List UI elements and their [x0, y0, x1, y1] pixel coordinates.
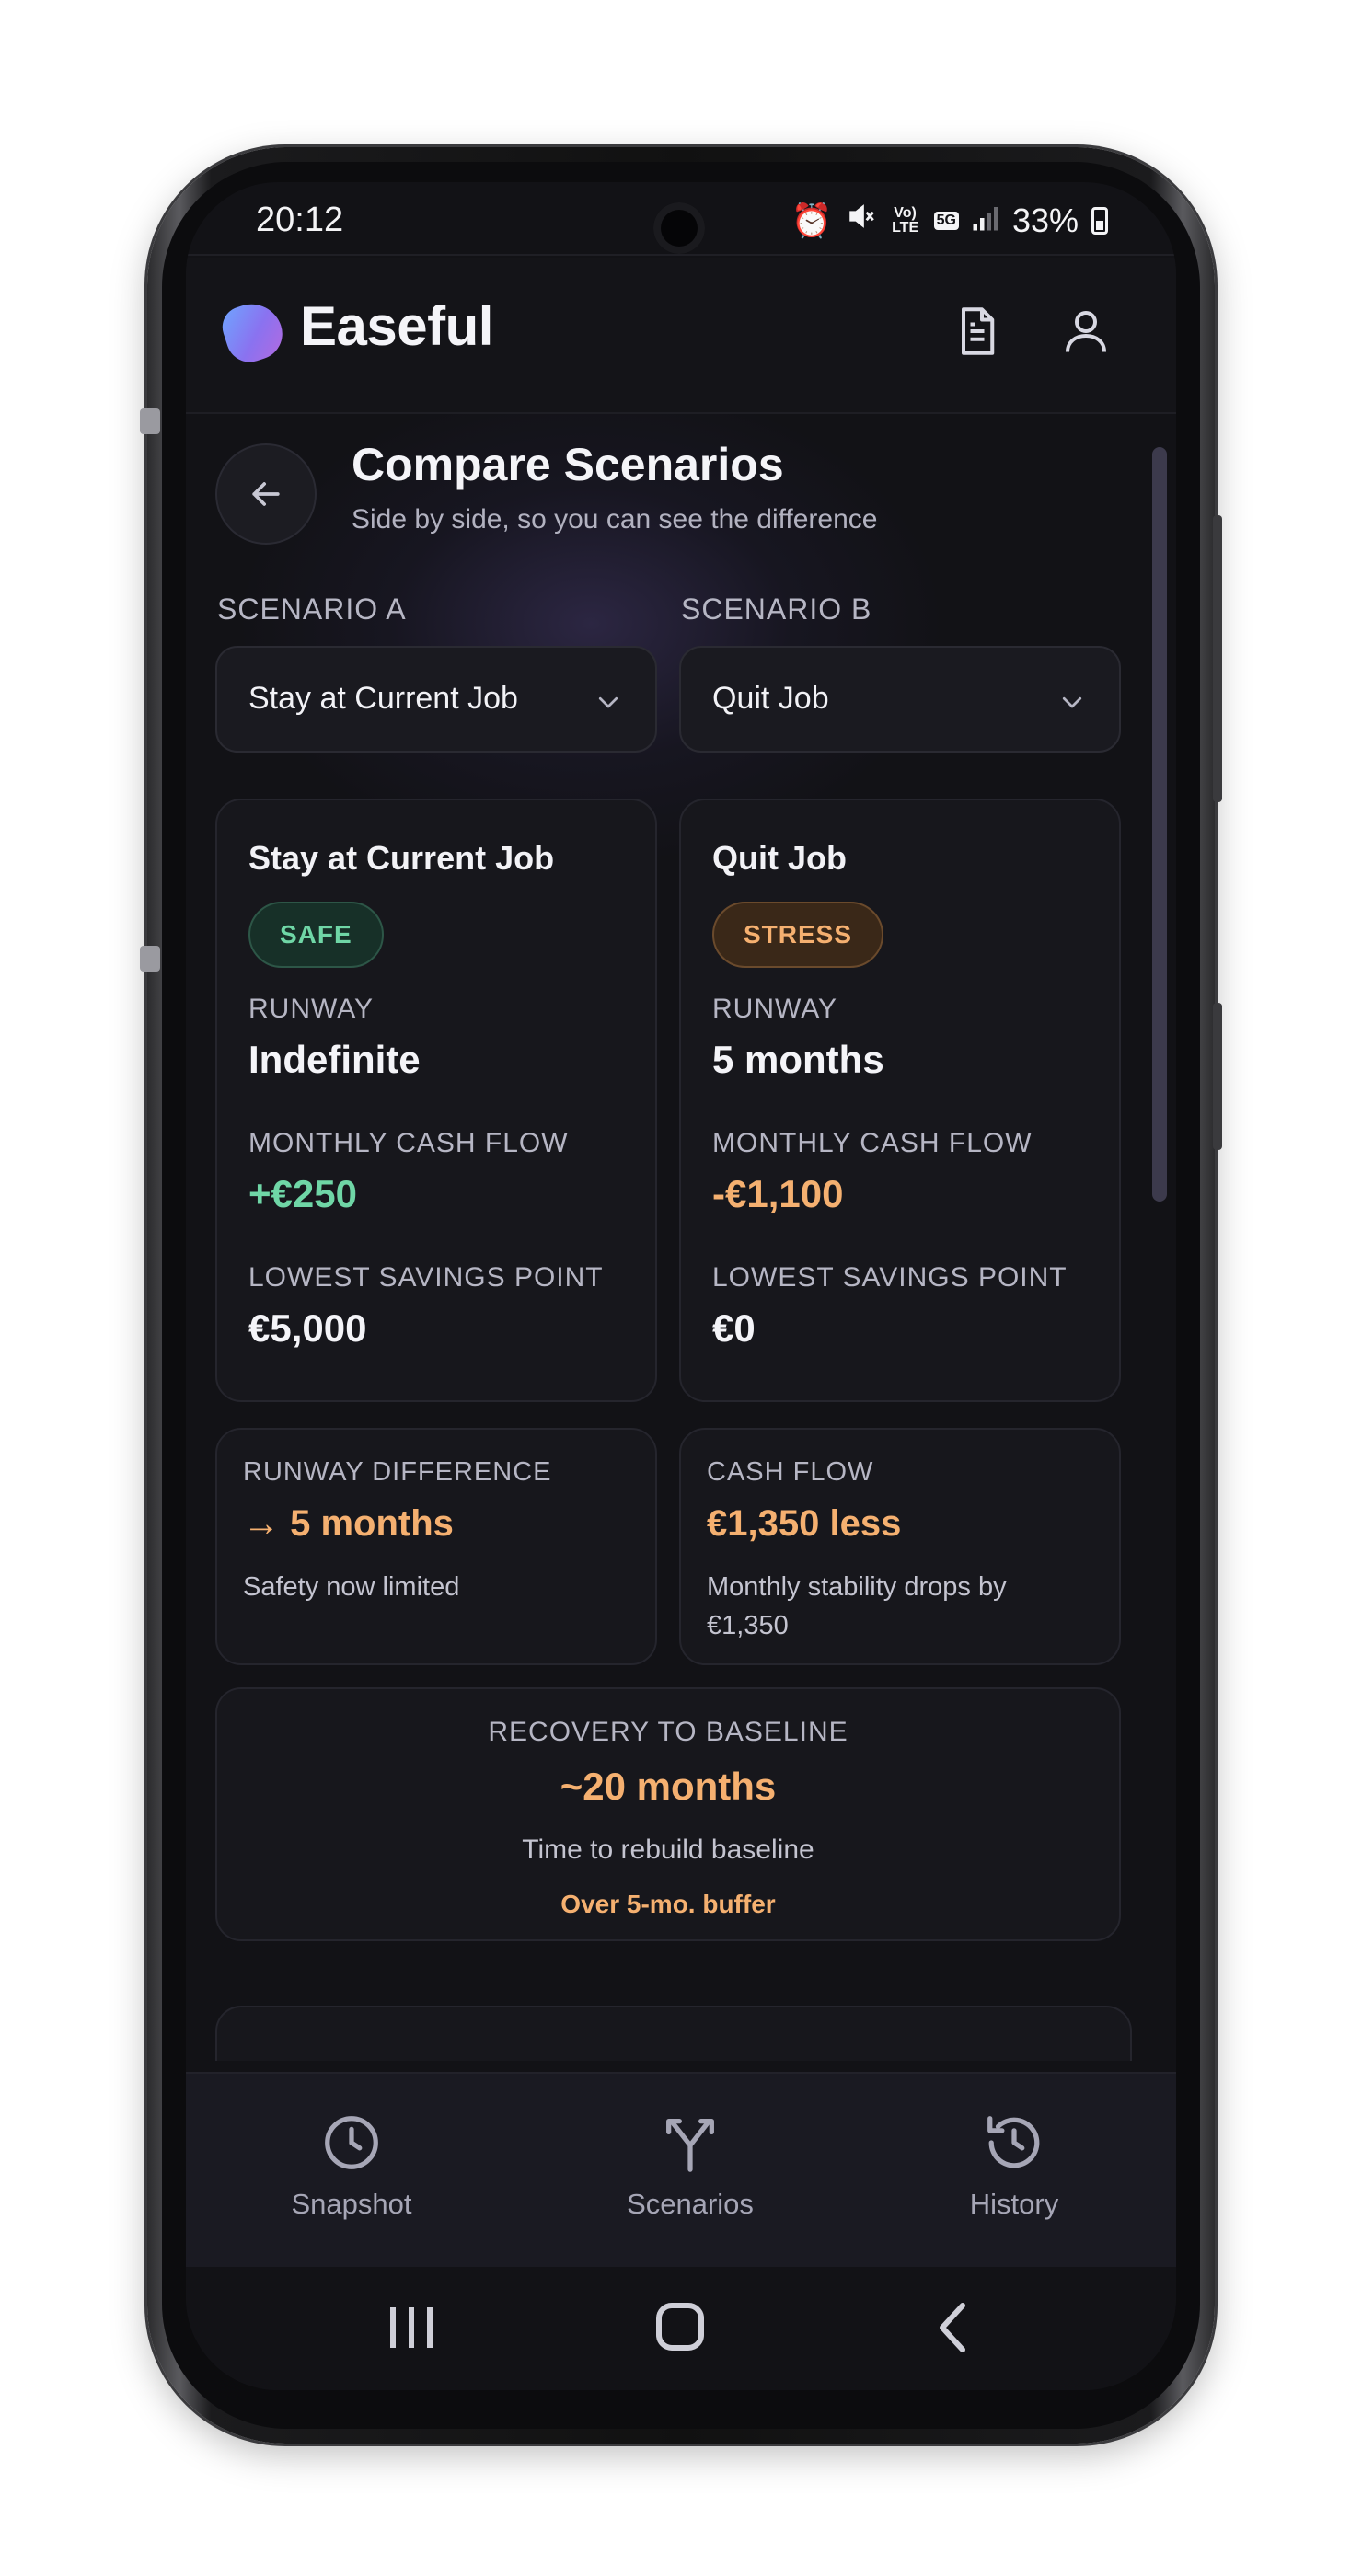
user-icon — [1066, 311, 1106, 352]
split-arrows-icon — [666, 2119, 714, 2172]
scenario-a-label: SCENARIO A — [217, 592, 407, 626]
clock-icon — [325, 2116, 378, 2169]
cash-flow-value: +€250 — [248, 1172, 357, 1215]
screen: 20:12 ⏰ Vo) LTE 5G 33% Easeful Compare S… — [186, 182, 1176, 2390]
side-key-left-lower — [140, 946, 160, 972]
runway-difference-value: → 5 months — [243, 1503, 454, 1544]
scenario-a-card: Stay at Current Job SAFE RUNWAY Indefini… — [215, 799, 657, 1402]
lowest-savings-label: LOWEST SAVINGS POINT — [712, 1262, 1068, 1293]
lowest-savings-label: LOWEST SAVINGS POINT — [248, 1262, 604, 1293]
scenario-a-selected: Stay at Current Job — [248, 681, 518, 716]
recent-apps-icon[interactable] — [379, 2300, 444, 2355]
back-nav-icon[interactable] — [922, 2300, 987, 2355]
status-badge-safe: SAFE — [248, 902, 384, 968]
mute-icon — [846, 201, 877, 240]
network-5g-icon: 5G — [933, 211, 959, 230]
nav-history-label: History — [969, 2188, 1059, 2220]
signal-icon — [972, 201, 999, 240]
back-button[interactable] — [215, 443, 317, 545]
scenario-b-card: Quit Job STRESS RUNWAY 5 months MONTHLY … — [679, 799, 1121, 1402]
runway-value: 5 months — [712, 1038, 884, 1081]
cash-flow-label: MONTHLY CASH FLOW — [248, 1128, 569, 1158]
scenario-a-title: Stay at Current Job — [248, 839, 555, 877]
history-icon — [987, 2116, 1040, 2168]
status-divider — [186, 254, 1176, 256]
recovery-label: RECOVERY TO BASELINE — [488, 1717, 848, 1747]
page-subtitle: Side by side, so you can see the differe… — [352, 504, 878, 535]
arrow-left-icon — [252, 482, 280, 506]
scrollbar[interactable] — [1152, 447, 1167, 1202]
runway-value: Indefinite — [248, 1038, 421, 1081]
scenario-b-title: Quit Job — [712, 839, 847, 877]
bottom-nav: Snapshot Scenarios History — [186, 2072, 1176, 2267]
runway-difference-card: RUNWAY DIFFERENCE → 5 months Safety now … — [215, 1428, 657, 1665]
brand-name: Easeful — [300, 295, 493, 357]
nav-snapshot-label: Snapshot — [291, 2188, 412, 2220]
alarm-icon: ⏰ — [791, 201, 833, 239]
nav-snapshot[interactable]: Snapshot — [250, 2110, 453, 2221]
front-camera — [653, 202, 705, 254]
cash-flow-difference-card: CASH FLOW €1,350 less Monthly stability … — [679, 1428, 1121, 1665]
side-key-left — [140, 408, 160, 434]
recovery-card: RECOVERY TO BASELINE ~20 months Time to … — [215, 1687, 1121, 1941]
battery-percent: 33% — [1011, 201, 1079, 239]
cash-flow-label: MONTHLY CASH FLOW — [712, 1128, 1033, 1158]
scenario-a-select[interactable]: Stay at Current Job — [215, 646, 657, 753]
chevron-down-icon — [1062, 696, 1082, 708]
lowest-savings-value: €5,000 — [248, 1306, 367, 1350]
scenario-b-select[interactable]: Quit Job — [679, 646, 1121, 753]
recovery-description: Time to rebuild baseline — [522, 1834, 814, 1865]
app-header: Easeful — [186, 258, 1176, 414]
power-button — [1213, 1003, 1222, 1150]
nav-scenarios[interactable]: Scenarios — [589, 2110, 791, 2221]
cash-flow-difference-value: €1,350 less — [707, 1503, 902, 1544]
next-card-peek — [215, 2006, 1132, 2061]
recovery-value: ~20 months — [560, 1765, 777, 1808]
cash-flow-value: -€1,100 — [712, 1172, 844, 1215]
home-icon[interactable] — [648, 2300, 712, 2355]
chevron-down-icon — [598, 696, 618, 708]
runway-label: RUNWAY — [248, 994, 374, 1024]
recovery-note: Over 5-mo. buffer — [560, 1890, 776, 1918]
document-button[interactable] — [950, 304, 1005, 359]
status-badge-stress: STRESS — [712, 902, 884, 968]
page-title: Compare Scenarios — [352, 439, 784, 490]
runway-difference-description: Safety now limited — [243, 1572, 460, 1602]
volte-icon: Vo) LTE — [892, 204, 919, 236]
status-bar: 20:12 ⏰ Vo) LTE 5G 33% — [186, 182, 1176, 256]
lowest-savings-value: €0 — [712, 1306, 756, 1350]
status-icons: ⏰ Vo) LTE 5G 33% — [791, 201, 1108, 240]
cash-flow-difference-label: CASH FLOW — [707, 1457, 874, 1487]
status-time: 20:12 — [256, 201, 344, 239]
nav-history[interactable]: History — [913, 2110, 1115, 2221]
system-nav-bar — [186, 2267, 1176, 2390]
runway-difference-label: RUNWAY DIFFERENCE — [243, 1457, 552, 1487]
runway-label: RUNWAY — [712, 994, 837, 1024]
battery-icon — [1091, 206, 1108, 235]
scenario-b-label: SCENARIO B — [681, 592, 872, 626]
scenario-b-selected: Quit Job — [712, 681, 829, 716]
cash-flow-difference-description: Monthly stability drops by €1,350 — [707, 1572, 1007, 1640]
document-icon — [962, 307, 995, 355]
volume-button — [1213, 515, 1222, 802]
logo-icon — [216, 295, 290, 369]
nav-scenarios-label: Scenarios — [627, 2188, 754, 2220]
profile-button[interactable] — [1058, 304, 1114, 359]
